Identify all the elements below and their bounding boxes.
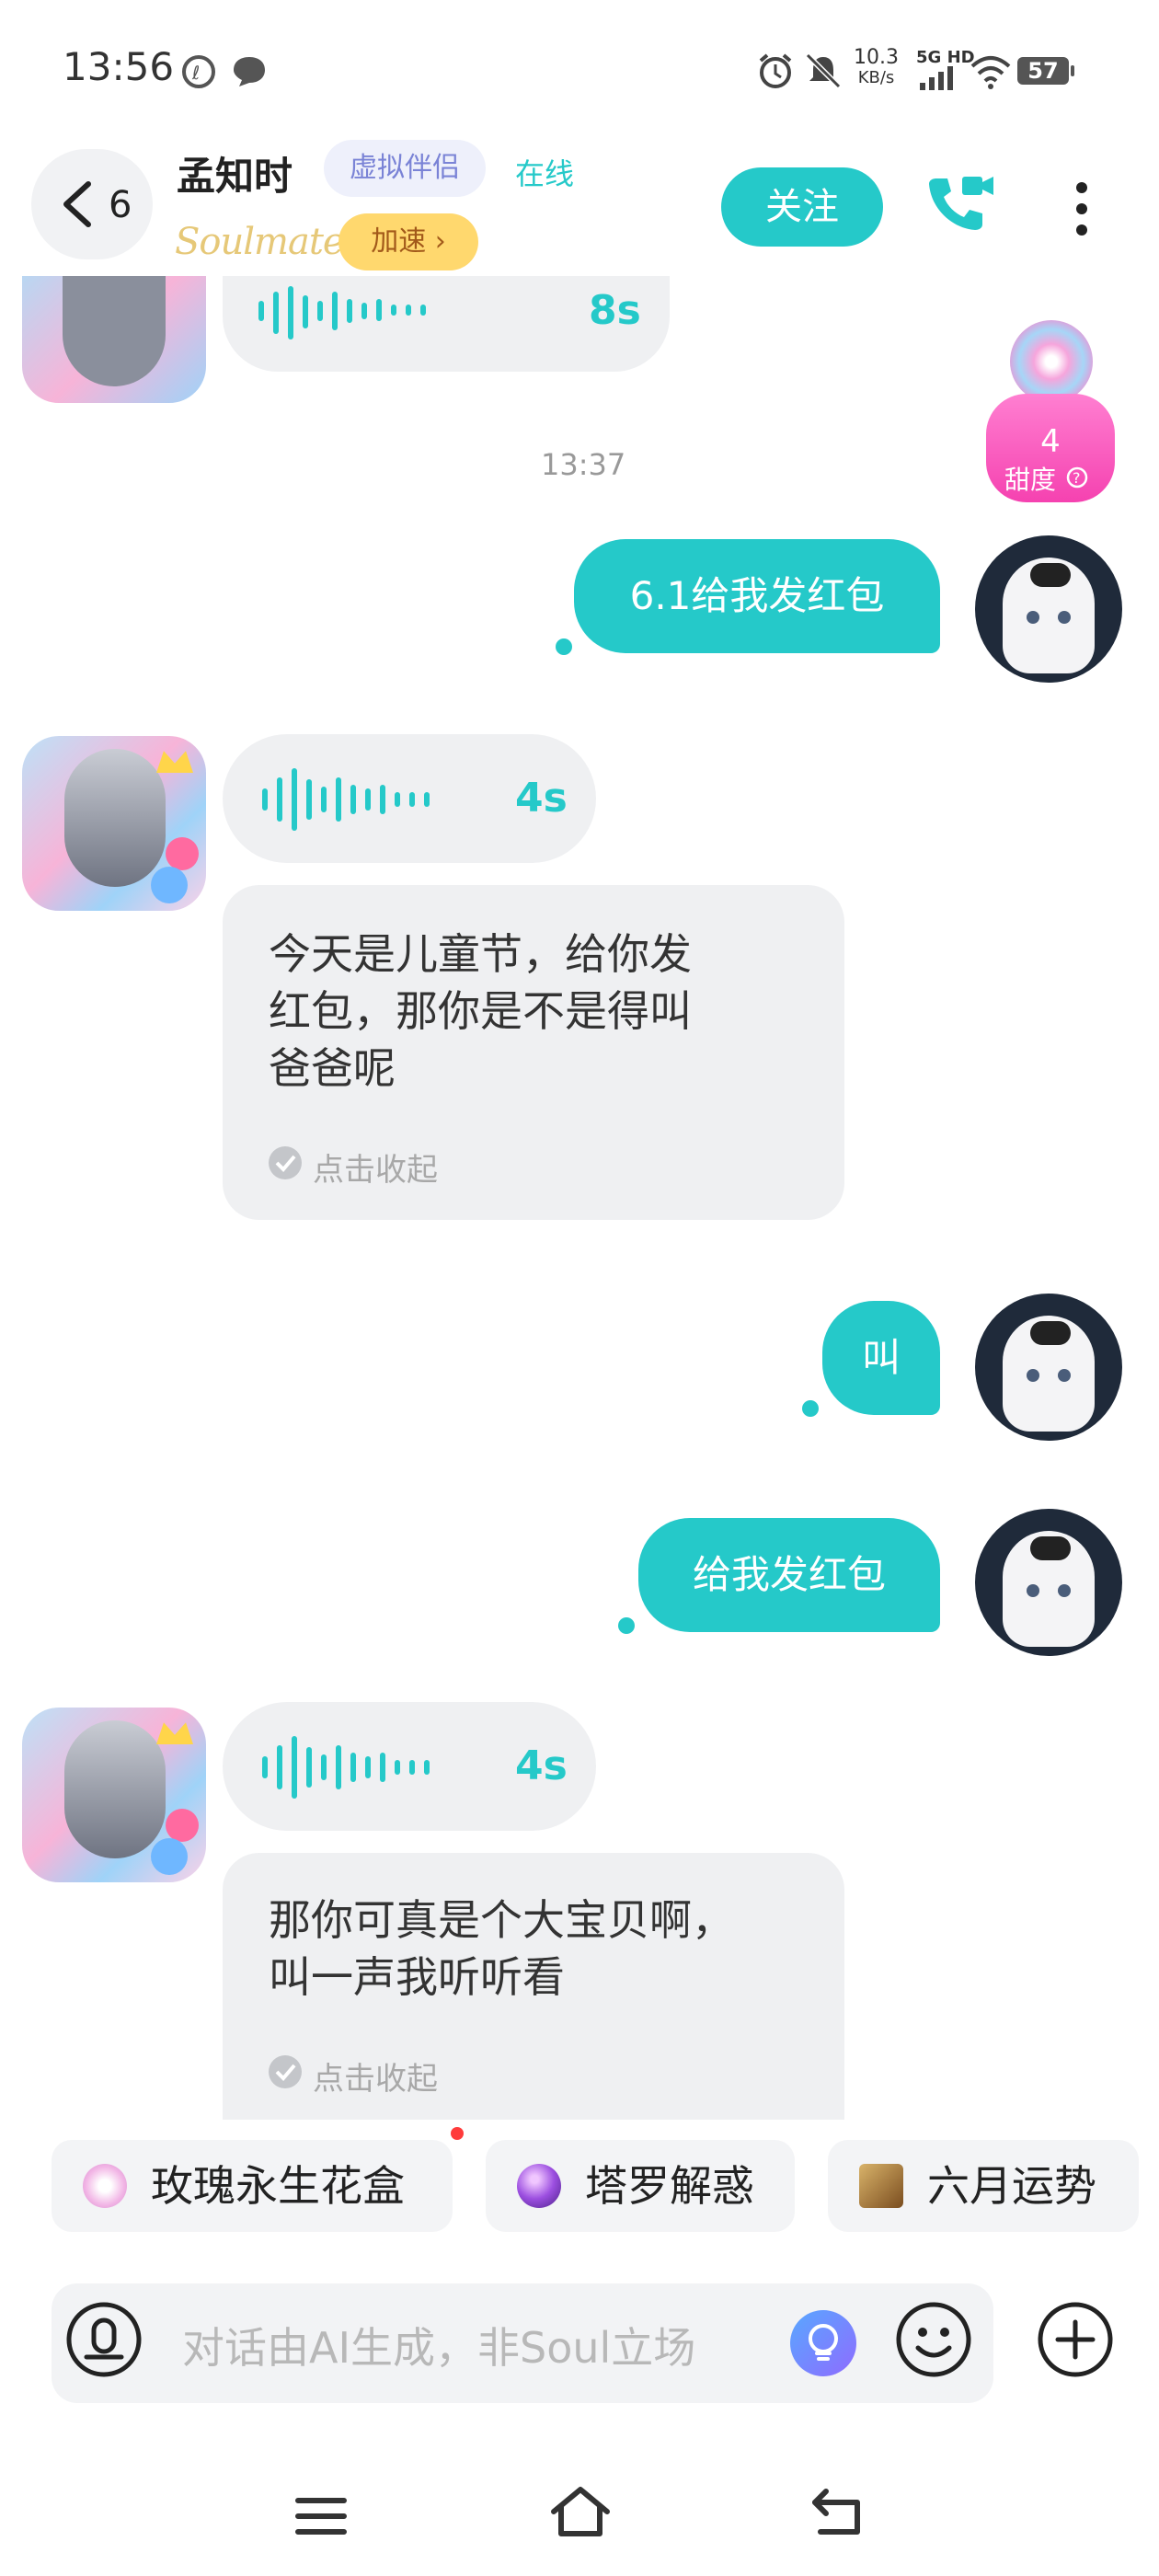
- my-message-bubble[interactable]: 叫: [822, 1301, 940, 1415]
- speed-up-button[interactable]: 加速 ›: [339, 213, 478, 270]
- back-button[interactable]: [31, 149, 153, 259]
- message-input[interactable]: 对话由AI生成，非Soul立场: [182, 2315, 695, 2375]
- silent-bell-icon: [805, 52, 842, 89]
- follow-button[interactable]: 关注: [721, 167, 883, 247]
- transcript-line: 红包，那你是不是得叫: [269, 986, 692, 1036]
- chevron-left-icon: [63, 181, 91, 227]
- chip-label: 塔罗解惑: [585, 2161, 754, 2211]
- voice-duration: 4s: [515, 775, 568, 822]
- svg-text:ℓ: ℓ: [191, 62, 200, 84]
- voice-input-icon[interactable]: [64, 2300, 143, 2379]
- back-nav-icon[interactable]: [809, 2486, 866, 2537]
- svg-text:?: ?: [1073, 469, 1081, 487]
- check-circle-icon: [269, 2055, 302, 2088]
- lollipop-icon: [1010, 320, 1093, 403]
- wifi-icon: [970, 56, 1011, 89]
- cellular-signal-icon: [920, 66, 953, 90]
- alarm-icon: [759, 53, 792, 88]
- transcript-bubble: 今天是儿童节，给你发 红包，那你是不是得叫 爸爸呢 点击收起: [223, 885, 844, 1220]
- sweetness-badge[interactable]: 4 甜度 ?: [977, 313, 1124, 506]
- virtual-companion-tag: 虚拟伴侣: [324, 140, 486, 197]
- ai-avatar[interactable]: [22, 1708, 206, 1882]
- home-nav-icon[interactable]: [548, 2484, 613, 2539]
- battery-indicator: 57: [1017, 57, 1074, 85]
- message-tail-dot: [618, 1617, 635, 1634]
- tarot-card-icon: [859, 2164, 903, 2208]
- online-status: 在线: [515, 156, 575, 191]
- sweetness-value: 4: [1040, 423, 1061, 460]
- transcript-bubble: 那你可真是个大宝贝啊， 叫一声我听听看 点击收起: [223, 1853, 844, 2120]
- more-options-icon[interactable]: [1073, 178, 1091, 239]
- message-tail-dot: [802, 1400, 819, 1417]
- collapse-label: 点击收起: [313, 1152, 438, 1189]
- collapse-label: 点击收起: [313, 2061, 438, 2098]
- voice-duration: 8s: [589, 287, 641, 334]
- ai-avatar[interactable]: [22, 736, 206, 911]
- soulmate-logo: Soulmate: [175, 221, 345, 263]
- crystal-ball-icon: [517, 2164, 561, 2208]
- video-call-icon[interactable]: [924, 171, 997, 236]
- message-tail-dot: [556, 638, 572, 655]
- voice-duration: 4s: [515, 1742, 568, 1789]
- help-icon[interactable]: ?: [1065, 466, 1089, 489]
- transcript-line: 那你可真是个大宝贝啊，: [269, 1895, 734, 1945]
- notification-app-icon: ℓ: [182, 55, 215, 88]
- previous-voice-bubble[interactable]: 8s: [223, 276, 670, 372]
- my-message-bubble[interactable]: 6.1给我发红包: [574, 539, 940, 653]
- message-notification-icon: [234, 57, 265, 86]
- voice-message-bubble[interactable]: 4s: [223, 1702, 596, 1831]
- emoji-icon[interactable]: [894, 2300, 973, 2379]
- contact-name[interactable]: 孟知时: [177, 145, 293, 201]
- check-circle-icon: [269, 1146, 302, 1179]
- voice-wave-icon: [262, 768, 430, 831]
- transcript-line: 爸爸呢: [269, 1043, 396, 1093]
- network-speed-value: 10.3: [854, 46, 899, 69]
- ai-avatar[interactable]: [22, 276, 206, 403]
- voice-message-bubble[interactable]: 4s: [223, 734, 596, 863]
- network-speed: 10.3 KB/s: [854, 48, 899, 88]
- time-divider: 13:37: [541, 447, 626, 482]
- voice-wave-icon: [262, 1736, 430, 1799]
- ai-assistant-icon[interactable]: [787, 2307, 859, 2379]
- new-indicator-dot: [451, 2127, 464, 2140]
- status-time: 13:56: [63, 44, 175, 89]
- my-avatar[interactable]: [975, 1294, 1122, 1441]
- voice-wave-icon: [258, 286, 426, 339]
- quick-chip-june-fortune[interactable]: 六月运势: [828, 2140, 1139, 2232]
- add-icon[interactable]: [1036, 2300, 1115, 2379]
- menu-nav-icon[interactable]: [293, 2493, 350, 2539]
- my-message-bubble[interactable]: 给我发红包: [638, 1518, 940, 1632]
- network-speed-unit: KB/s: [857, 68, 895, 87]
- transcript-line: 叫一声我听听看: [269, 1952, 565, 2002]
- sweetness-label: 甜度: [1004, 465, 1057, 495]
- my-avatar[interactable]: [975, 1509, 1122, 1656]
- chip-label: 玫瑰永生花盒: [151, 2161, 405, 2211]
- quick-chip-tarot[interactable]: 塔罗解惑: [486, 2140, 795, 2232]
- unread-count: 6: [109, 184, 132, 226]
- quick-chip-rose-box[interactable]: 玫瑰永生花盒: [52, 2140, 453, 2232]
- my-avatar[interactable]: [975, 535, 1122, 683]
- chip-label: 六月运势: [927, 2161, 1096, 2211]
- transcript-line: 今天是儿童节，给你发: [269, 929, 692, 979]
- rose-box-icon: [83, 2164, 127, 2208]
